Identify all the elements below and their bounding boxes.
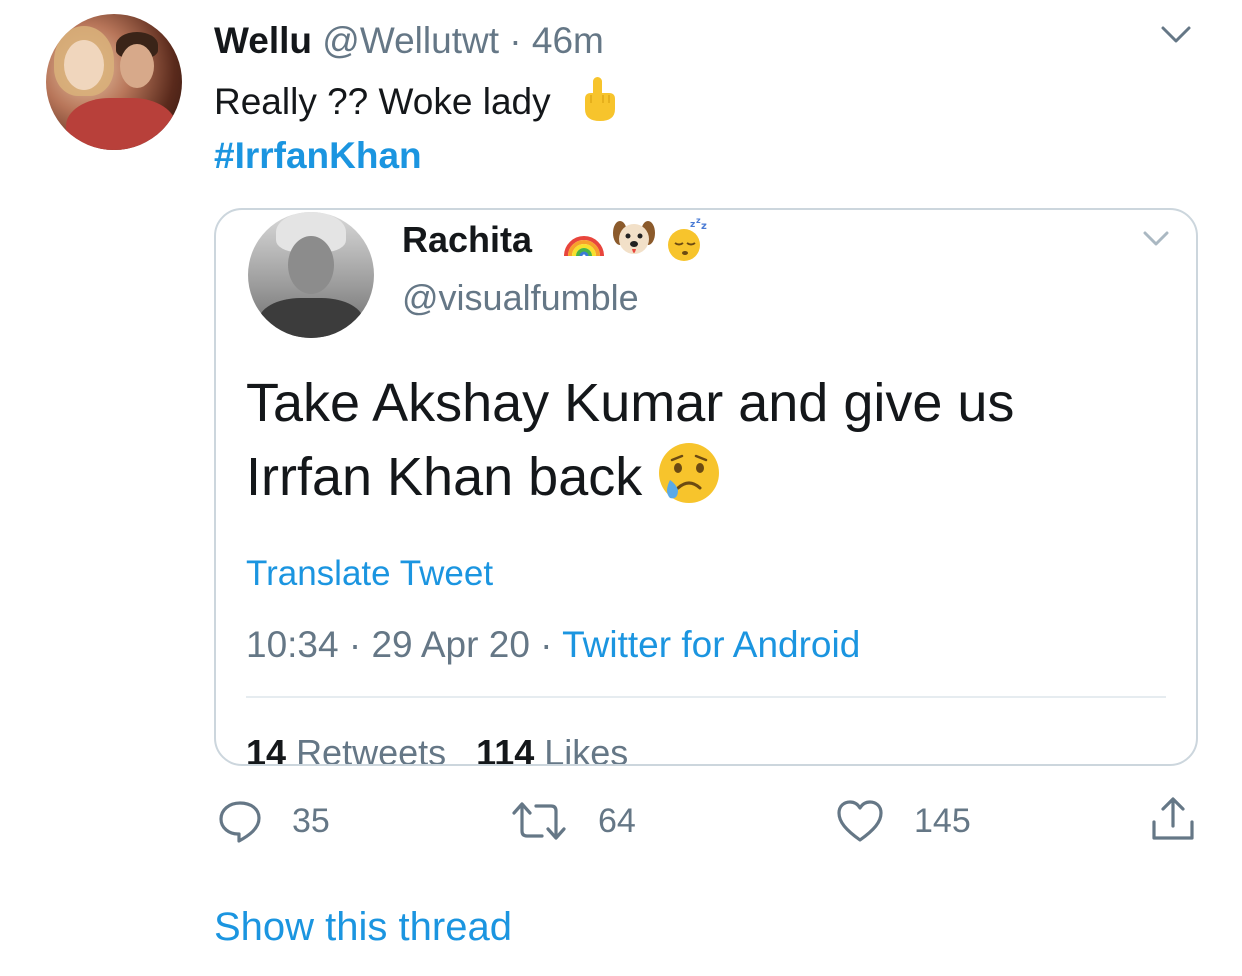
reply-count: 35 [292,802,330,840]
quoted-tweet-card[interactable]: Rachita z z z @visualfumble Take Akshay … [214,208,1198,766]
quoted-author-handle[interactable]: @visualfumble [402,276,639,320]
quoted-name-emojis: z z z [562,217,714,262]
likes-count[interactable]: 114 [476,732,534,764]
tweet-text: Really ?? Woke lady [214,77,619,126]
hashtag-link[interactable]: #IrrfanKhan [214,132,422,180]
retweets-count[interactable]: 14 [246,732,286,764]
svg-text:z: z [690,220,695,230]
tweet-source-link[interactable]: Twitter for Android [562,624,860,665]
quoted-time[interactable]: 10:34 [246,624,339,665]
rainbow-icon [564,236,604,257]
tweet-timestamp[interactable]: 46m [532,20,604,61]
retweet-count: 64 [598,802,636,840]
svg-text:z: z [701,221,707,232]
tweet-header: Wellu @Wellutwt · 46m [214,18,604,64]
quoted-text-line-1: Take Akshay Kumar and give us [246,373,1015,433]
like-count: 145 [914,802,971,840]
tweet-text-content: Really ?? Woke lady [214,81,551,122]
divider [246,696,1166,698]
meta-separator: · [348,624,362,665]
author-avatar[interactable] [46,14,182,150]
retweets-label[interactable]: Retweets [296,732,446,764]
quoted-date[interactable]: 29 Apr 20 [371,624,529,665]
share-button[interactable] [1150,796,1196,842]
middle-finger-emoji-icon [584,77,615,122]
quoted-text-line-2-content: Irrfan Khan back [246,447,643,507]
quoted-tweet-text: Take Akshay Kumar and give us Irrfan Kha… [246,366,1166,514]
header-separator: · [509,20,522,61]
reply-icon [219,801,261,843]
share-icon [1152,797,1194,840]
like-button[interactable]: 145 [836,798,971,844]
author-handle[interactable]: @Wellutwt [322,20,499,61]
quoted-tweet-meta: 10:34 · 29 Apr 20 · Twitter for Android [246,622,860,668]
quoted-tweet-stats: 14 Retweets 114 Likes [246,730,628,764]
likes-label[interactable]: Likes [544,732,628,764]
retweet-icon [512,802,566,840]
retweet-button[interactable]: 64 [510,798,636,844]
quoted-text-line-2: Irrfan Khan back [246,440,1166,514]
quoted-author-avatar[interactable] [248,212,374,338]
sleeping-face-icon: z z z [668,217,707,261]
show-thread-link[interactable]: Show this thread [214,902,512,952]
meta-separator: · [540,624,553,665]
translate-tweet-link[interactable]: Translate Tweet [246,552,493,596]
chevron-down-icon[interactable] [1142,230,1170,248]
reply-button[interactable]: 35 [218,798,330,844]
quoted-author-display-name[interactable]: Rachita [402,218,532,262]
chevron-down-icon[interactable] [1160,24,1192,46]
crying-face-icon [659,442,720,503]
author-display-name[interactable]: Wellu [214,20,312,61]
heart-icon [837,800,883,842]
dog-face-icon [613,221,655,254]
